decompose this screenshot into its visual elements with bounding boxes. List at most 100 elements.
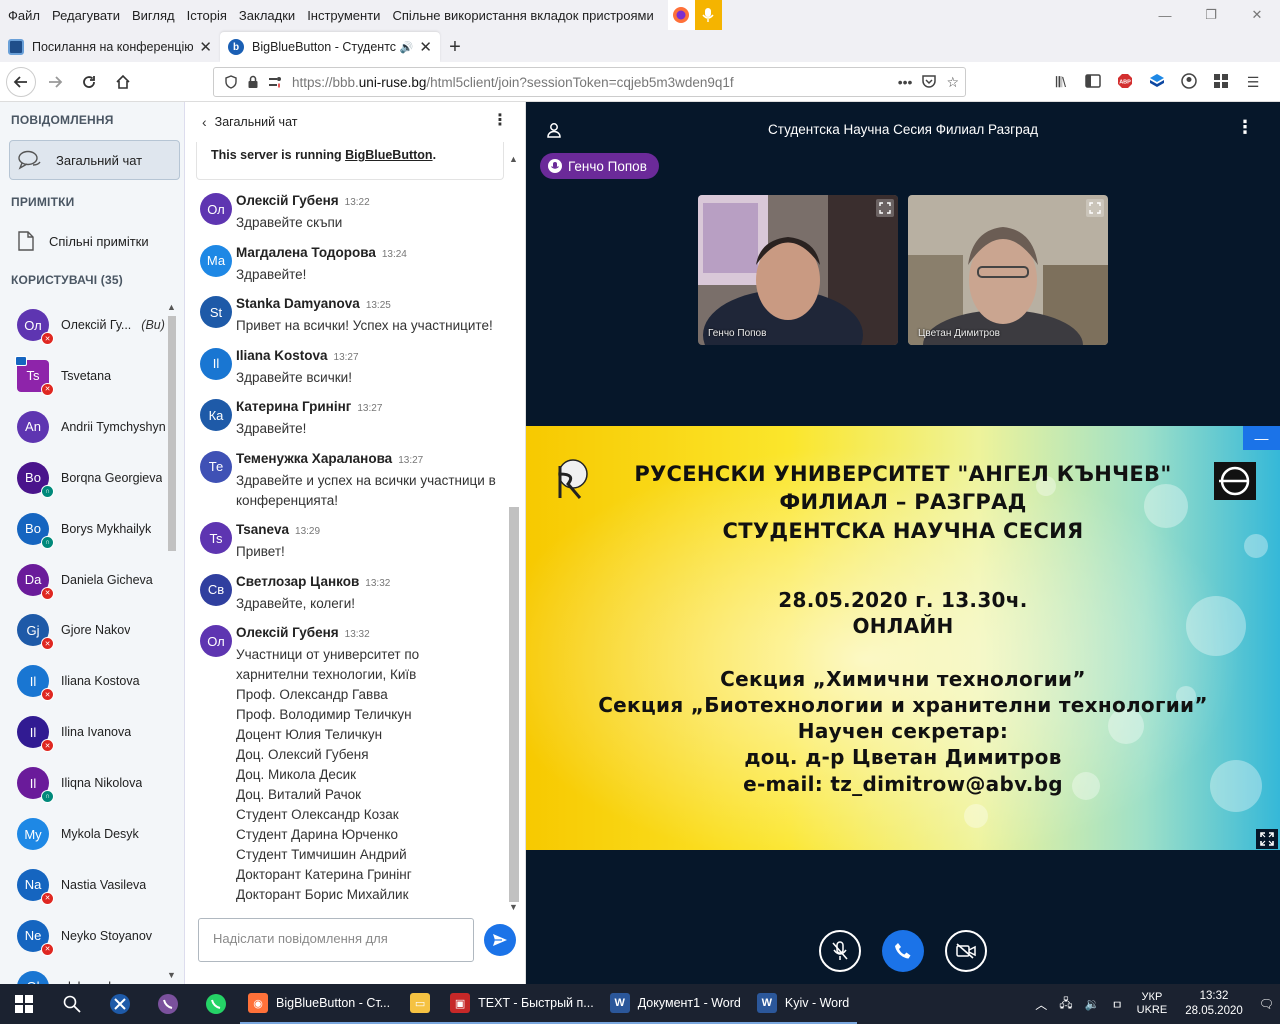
taskbar-app-button[interactable]: ▭ [398, 984, 443, 1024]
user-list-item[interactable]: Ts ✕ Tsvetana [15, 355, 165, 396]
scrollbar-thumb[interactable] [509, 507, 519, 902]
home-button[interactable] [108, 67, 138, 97]
bookmark-star-icon[interactable]: ☆ [946, 74, 959, 91]
whatsapp-icon[interactable] [192, 984, 240, 1024]
user-list-item[interactable]: Na ✕ Nastia Vasileva [17, 865, 165, 905]
maximize-window-icon[interactable]: ❐ [1188, 0, 1234, 30]
taskbar-app-button[interactable]: ▣ TEXT - Быстрый п... [442, 984, 602, 1024]
scroll-up-icon[interactable]: ▲ [509, 154, 518, 164]
lock-icon[interactable] [242, 75, 264, 89]
user-list-item[interactable]: Gj ✕ Gjore Nakov [17, 610, 165, 651]
microphone-muted-icon: ✕ [41, 739, 54, 753]
chat-scrollbar[interactable]: ▲ ▼ [506, 152, 520, 912]
language-indicator[interactable]: УКР UKRE [1137, 991, 1168, 1017]
menu-tab-sharing[interactable]: Спільне використання вкладок пристроями [392, 8, 653, 23]
user-list-item[interactable]: Il ✕ Ilina Ivanova [17, 712, 165, 753]
adblock-icon[interactable]: ABP [1109, 73, 1141, 92]
user-list-item[interactable]: Ол ✕ Олексій Гу... (Ви) [17, 305, 165, 345]
speaker-icon[interactable]: 🔊 [400, 41, 414, 54]
menu-tools[interactable]: Інструменти [307, 8, 380, 23]
microphone-sharing-icon[interactable] [694, 0, 722, 30]
shield-icon[interactable] [220, 75, 242, 89]
public-chat-item[interactable]: Загальний чат [9, 140, 180, 180]
mute-microphone-button[interactable] [819, 930, 861, 972]
extensions-grid-icon[interactable] [1205, 73, 1237, 92]
taskbar-app-button[interactable]: W Документ1 - Word [601, 984, 749, 1024]
leave-audio-button[interactable] [882, 930, 924, 972]
video-tile[interactable]: Цветан Димитров [908, 195, 1108, 345]
close-tab-icon[interactable]: ✕ [419, 38, 432, 56]
tab-conference-link[interactable]: Посилання на конференцію з ✕ [0, 32, 220, 62]
scrollbar-thumb[interactable] [168, 316, 176, 551]
sidebar-toggle-icon[interactable] [1077, 73, 1109, 91]
pocket-icon[interactable] [922, 74, 937, 91]
bigbluebutton-link[interactable]: BigBlueButton [345, 148, 432, 162]
permissions-icon[interactable] [264, 75, 286, 89]
user-list-item[interactable]: Il ∩ Iliqna Nikolova [17, 763, 165, 804]
chevron-left-icon[interactable]: ‹ [202, 114, 207, 130]
app-icon: ◉ [248, 993, 268, 1013]
app-circle-icon[interactable] [96, 984, 144, 1024]
clock[interactable]: 13:32 28.05.2020 [1185, 989, 1243, 1019]
volume-icon[interactable]: 🔉 [1085, 997, 1100, 1011]
user-list-scrollbar[interactable]: ▲ ▼ [166, 298, 179, 984]
address-bar[interactable]: https://bbb.uni-ruse.bg/html5client/join… [213, 67, 966, 97]
close-window-icon[interactable]: ✕ [1234, 0, 1280, 30]
user-list-item[interactable]: Bo ∩ Borqna Georgieva [17, 458, 165, 498]
scroll-down-icon[interactable]: ▼ [509, 902, 518, 912]
chat-options-icon[interactable]: ⋮ [492, 113, 508, 129]
menu-view[interactable]: Вигляд [132, 8, 175, 23]
reload-button[interactable] [74, 67, 104, 97]
show-hidden-icons-icon[interactable]: ︿ [1035, 996, 1047, 1013]
scroll-up-icon[interactable]: ▲ [167, 302, 176, 312]
taskbar-app-button[interactable]: ◉ BigBlueButton - Ст... [240, 984, 399, 1024]
chat-message-input[interactable]: Надіслати повідомлення для [198, 918, 474, 962]
user-list-item[interactable]: Bo ∩ Borys Mykhailyk [17, 509, 165, 549]
account-icon[interactable] [1173, 72, 1205, 92]
expand-video-icon[interactable] [1086, 199, 1104, 217]
minimize-window-icon[interactable]: — [1142, 0, 1188, 30]
menu-file[interactable]: Файл [8, 8, 40, 23]
avatar: Bo ∩ [17, 512, 54, 549]
firefox-sharing-icon[interactable] [667, 0, 695, 30]
avatar: My [17, 818, 49, 850]
menu-bookmarks[interactable]: Закладки [239, 8, 295, 23]
new-tab-button[interactable]: + [440, 32, 470, 62]
meeting-options-icon[interactable]: ⋮ [1236, 118, 1254, 136]
scroll-down-icon[interactable]: ▼ [167, 970, 176, 980]
taskbar-app-button[interactable]: W Kyiv - Word [748, 984, 858, 1024]
page-actions-icon[interactable]: ••• [898, 74, 913, 90]
close-tab-icon[interactable]: ✕ [199, 38, 212, 56]
user-list-item[interactable]: Da ✕ Daniela Gicheva [17, 560, 165, 600]
library-icon[interactable]: 𝄃𝄃\ [1045, 74, 1077, 91]
notifications-icon[interactable]: 🗨 [1259, 997, 1274, 1011]
menu-edit[interactable]: Редагувати [52, 8, 120, 23]
viber-icon[interactable] [144, 984, 192, 1024]
back-button[interactable] [6, 66, 36, 97]
search-icon[interactable] [48, 984, 96, 1024]
share-webcam-button[interactable] [945, 930, 987, 972]
language-icon[interactable]: ㅁ [1112, 996, 1123, 1013]
windows-start-icon[interactable] [0, 984, 48, 1024]
talking-indicator[interactable]: Генчо Попов [540, 153, 659, 179]
chat-title[interactable]: Загальний чат [215, 115, 298, 129]
network-icon[interactable]: 🖧 [1059, 994, 1072, 1015]
hamburger-menu-icon[interactable]: ☰ [1237, 74, 1269, 91]
extension-icon[interactable] [1141, 73, 1173, 92]
menu-history[interactable]: Історія [187, 8, 227, 23]
send-message-button[interactable] [484, 924, 516, 956]
user-list-item[interactable]: Ne ✕ Neyko Stoyanov [17, 916, 165, 956]
forward-button[interactable] [40, 67, 70, 97]
shared-notes-item[interactable]: Спільні примітки [9, 224, 180, 258]
slide-line: РУСЕНСКИ УНИВЕРСИТЕТ "АНГЕЛ КЪНЧЕВ" [634, 462, 1172, 486]
welcome-message: This server is running BigBlueButton. [196, 142, 504, 180]
user-list-item[interactable]: My Mykola Desyk [17, 814, 165, 854]
user-list-item[interactable]: Il ✕ Iliana Kostova [17, 661, 165, 702]
video-tile[interactable]: Генчо Попов [698, 195, 898, 345]
user-list-item[interactable]: Ololeksandr gavva [17, 967, 165, 984]
expand-video-icon[interactable] [876, 199, 894, 217]
fullscreen-button[interactable] [1256, 829, 1278, 849]
user-list-item[interactable]: An Andrii Tymchyshyn [17, 407, 165, 447]
minimize-presentation-button[interactable]: — [1243, 426, 1280, 450]
tab-bigbluebutton[interactable]: b BigBlueButton - Студентска 🔊 ✕ [220, 32, 440, 62]
